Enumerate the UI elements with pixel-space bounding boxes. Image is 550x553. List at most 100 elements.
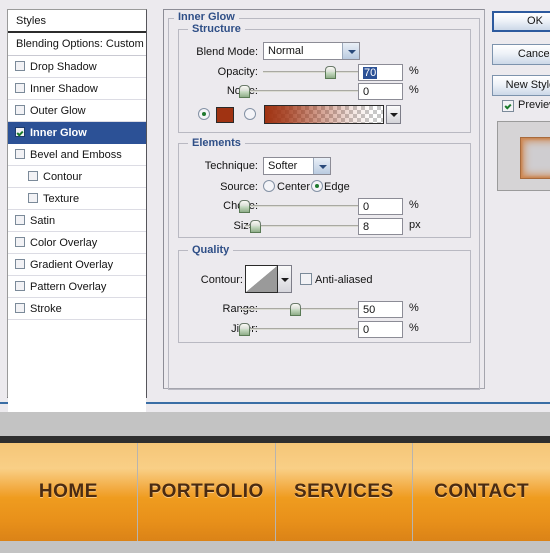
nav-item-contact[interactable]: CONTACT xyxy=(413,443,550,541)
radio-source-edge[interactable] xyxy=(311,180,323,192)
slider-thumb[interactable] xyxy=(250,220,261,233)
checkbox-inner-shadow[interactable] xyxy=(15,83,25,93)
nav-item-portfolio[interactable]: PORTFOLIO xyxy=(138,443,276,541)
checkbox-texture[interactable] xyxy=(28,193,38,203)
checkbox-stroke[interactable] xyxy=(15,303,25,313)
style-label: Color Overlay xyxy=(30,237,98,249)
style-row-bevel-and-emboss[interactable]: Bevel and Emboss xyxy=(8,144,146,166)
checkbox-drop-shadow[interactable] xyxy=(15,61,25,71)
style-label: Pattern Overlay xyxy=(30,281,107,293)
structure-legend: Structure xyxy=(188,23,245,35)
radio-gradient[interactable] xyxy=(244,108,256,120)
checkbox-gradient-overlay[interactable] xyxy=(15,259,25,269)
style-row-color-overlay[interactable]: Color Overlay xyxy=(8,232,146,254)
range-unit: % xyxy=(409,302,419,314)
style-label: Outer Glow xyxy=(30,105,86,117)
checkbox-color-overlay[interactable] xyxy=(15,237,25,247)
style-row-inner-shadow[interactable]: Inner Shadow xyxy=(8,78,146,100)
anti-aliased-label[interactable]: Anti-aliased xyxy=(315,274,372,286)
preview-thumbnail xyxy=(497,121,550,191)
technique-select[interactable]: Softer xyxy=(263,157,331,175)
style-label: Stroke xyxy=(30,303,62,315)
nav-item-home[interactable]: HOME xyxy=(0,443,138,541)
opacity-slider[interactable] xyxy=(263,65,358,79)
style-row-texture[interactable]: Texture xyxy=(8,188,146,210)
style-label: Gradient Overlay xyxy=(30,259,114,271)
new-style-button[interactable]: New Style... xyxy=(492,75,550,96)
blend-mode-select[interactable]: Normal xyxy=(263,42,360,60)
style-label: Inner Glow xyxy=(30,127,87,139)
technique-label: Technique: xyxy=(204,160,258,172)
slider-track xyxy=(245,225,358,227)
noise-input[interactable]: 0 xyxy=(358,83,403,100)
opacity-input[interactable]: 70 xyxy=(358,64,403,81)
gradient-chevron-down-icon[interactable] xyxy=(386,105,401,124)
jitter-slider[interactable] xyxy=(239,322,358,336)
contour-preview[interactable] xyxy=(245,265,278,293)
choke-slider[interactable] xyxy=(239,199,358,213)
checkbox-bevel-and-emboss[interactable] xyxy=(15,149,25,159)
checkbox-inner-glow[interactable] xyxy=(15,127,25,137)
size-slider[interactable] xyxy=(245,219,358,233)
jitter-unit: % xyxy=(409,322,419,334)
choke-input[interactable]: 0 xyxy=(358,198,403,215)
slider-track xyxy=(263,71,358,73)
style-row-stroke[interactable]: Stroke xyxy=(8,298,146,320)
blend-mode-label: Blend Mode: xyxy=(196,46,258,58)
style-row-gradient-overlay[interactable]: Gradient Overlay xyxy=(8,254,146,276)
jitter-input[interactable]: 0 xyxy=(358,321,403,338)
style-label: Texture xyxy=(43,193,80,205)
gradient-preview[interactable] xyxy=(264,105,384,124)
style-row-outer-glow[interactable]: Outer Glow xyxy=(8,100,146,122)
slider-track xyxy=(240,90,358,92)
checkbox-contour[interactable] xyxy=(28,171,38,181)
size-input[interactable]: 8 xyxy=(358,218,403,235)
range-slider[interactable] xyxy=(240,302,358,316)
style-label: Satin xyxy=(30,215,56,227)
preview-checkbox[interactable] xyxy=(502,100,514,112)
slider-thumb[interactable] xyxy=(239,323,250,336)
source-edge-label[interactable]: Edge xyxy=(324,181,350,193)
contour-label: Contour: xyxy=(200,274,243,286)
styles-panel: Styles Blending Options: Custom Drop Sha… xyxy=(7,9,147,412)
style-row-drop-shadow[interactable]: Drop Shadow xyxy=(8,56,146,78)
chevron-down-icon[interactable] xyxy=(342,43,359,59)
slider-thumb[interactable] xyxy=(239,85,250,98)
slider-thumb[interactable] xyxy=(239,200,250,213)
ok-button[interactable]: OK xyxy=(492,11,550,32)
source-center-label[interactable]: Center xyxy=(277,181,310,193)
range-input[interactable]: 50 xyxy=(358,301,403,318)
blending-options-row[interactable]: Blending Options: Custom xyxy=(8,33,146,56)
glow-color-swatch[interactable] xyxy=(216,107,234,123)
website-navigation-area: HOME PORTFOLIO SERVICES CONTACT xyxy=(0,412,550,553)
navbar: HOME PORTFOLIO SERVICES CONTACT xyxy=(0,443,550,541)
checkbox-pattern-overlay[interactable] xyxy=(15,281,25,291)
preview-label[interactable]: Preview xyxy=(518,99,550,111)
chevron-down-icon[interactable] xyxy=(313,158,330,174)
anti-aliased-checkbox[interactable] xyxy=(300,273,312,285)
technique-value: Softer xyxy=(268,160,298,172)
noise-slider[interactable] xyxy=(239,84,358,98)
noise-unit: % xyxy=(409,84,419,96)
style-label: Drop Shadow xyxy=(30,61,97,73)
nav-item-services[interactable]: SERVICES xyxy=(276,443,414,541)
style-row-pattern-overlay[interactable]: Pattern Overlay xyxy=(8,276,146,298)
nav-top-gray-strip xyxy=(0,412,550,436)
radio-solid-color[interactable] xyxy=(198,108,210,120)
opacity-unit: % xyxy=(409,65,419,77)
contour-chevron-down-icon[interactable] xyxy=(278,265,292,293)
checkbox-outer-glow[interactable] xyxy=(15,105,25,115)
style-row-satin[interactable]: Satin xyxy=(8,210,146,232)
nav-dark-strip xyxy=(0,436,550,443)
style-row-contour[interactable]: Contour xyxy=(8,166,146,188)
slider-track xyxy=(240,205,358,207)
slider-thumb[interactable] xyxy=(325,66,336,79)
cancel-button[interactable]: Cancel xyxy=(492,44,550,65)
checkbox-satin[interactable] xyxy=(15,215,25,225)
blend-mode-value: Normal xyxy=(268,45,304,57)
layer-style-dialog: Styles Blending Options: Custom Drop Sha… xyxy=(0,0,550,412)
style-row-inner-glow[interactable]: Inner Glow xyxy=(8,122,146,144)
radio-source-center[interactable] xyxy=(263,180,275,192)
slider-thumb[interactable] xyxy=(290,303,301,316)
style-label: Inner Shadow xyxy=(30,83,98,95)
